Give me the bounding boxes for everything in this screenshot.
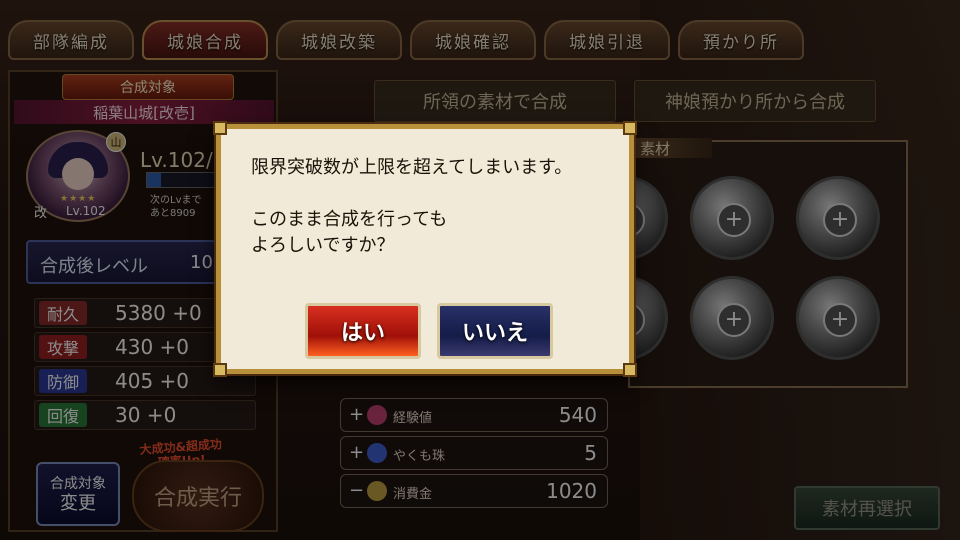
corner-ornament [623, 121, 637, 135]
yes-button[interactable]: はい [305, 303, 421, 359]
confirm-dialog: 限界突破数が上限を超えてしまいます。 このまま合成を行っても よろしいですか？ … [213, 121, 637, 377]
dialog-line2: このまま合成を行っても [251, 209, 448, 230]
dialog-message: 限界突破数が上限を超えてしまいます。 このまま合成を行っても よろしいですか？ [251, 155, 572, 259]
no-button[interactable]: いいえ [437, 303, 553, 359]
corner-ornament [213, 363, 227, 377]
corner-ornament [213, 121, 227, 135]
dialog-spacer [251, 181, 572, 207]
corner-ornament [623, 363, 637, 377]
dialog-line1: 限界突破数が上限を超えてしまいます。 [251, 157, 573, 178]
dialog-line3: よろしいですか？ [251, 235, 395, 256]
